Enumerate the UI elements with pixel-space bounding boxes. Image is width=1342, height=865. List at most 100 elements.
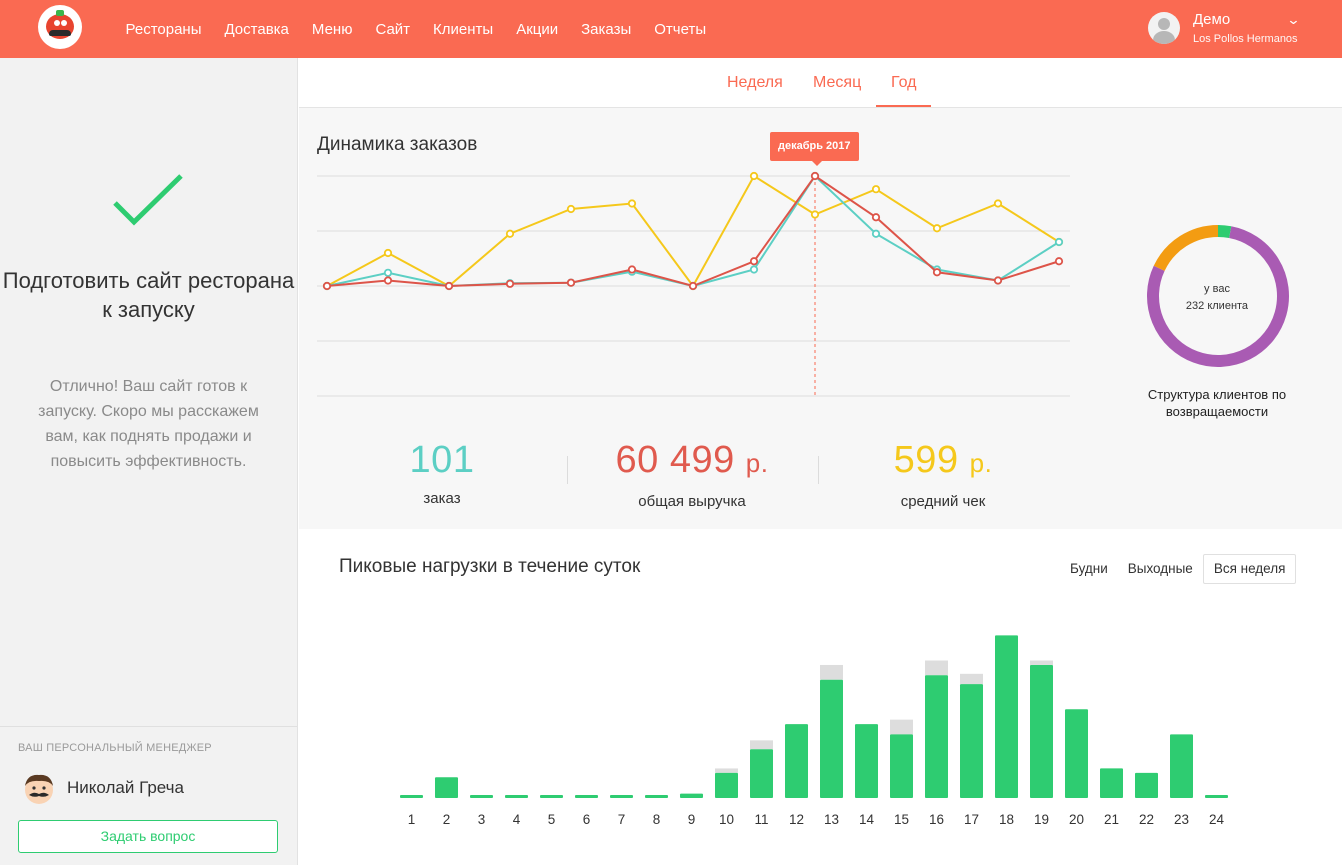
bar-gray: [925, 660, 948, 676]
data-point: [932, 268, 942, 277]
stat-orders-value: 101: [409, 439, 475, 481]
tab-week[interactable]: Неделя: [727, 74, 783, 92]
data-point: [1054, 257, 1064, 266]
bar-label: 16: [929, 812, 944, 827]
bar-label: 15: [894, 812, 909, 827]
filter-weekdays[interactable]: Будни: [1060, 554, 1118, 584]
user-org: Los Pollos Hermanos: [1193, 33, 1298, 45]
bar: [400, 795, 423, 798]
tab-year[interactable]: Год: [875, 74, 933, 107]
data-point: [871, 229, 881, 238]
bar-label: 11: [754, 812, 768, 827]
peaks-chart-title: Пиковые нагрузки в течение суток: [339, 556, 641, 577]
data-point: [993, 276, 1003, 285]
bar: [610, 795, 633, 798]
data-point: [871, 185, 881, 194]
bar: [1100, 768, 1123, 798]
manager-avatar: [25, 774, 53, 804]
bar-label: 23: [1174, 812, 1189, 827]
checkmark-icon: [113, 174, 183, 226]
revenue-currency: р.: [745, 448, 769, 478]
bar-label: 14: [859, 812, 875, 827]
filter-weekends[interactable]: Выходные: [1118, 554, 1203, 584]
bar: [890, 734, 913, 798]
onboarding-text: Отлично! Ваш сайт готов к запуску. Скоро…: [38, 378, 259, 470]
data-point: [566, 278, 576, 287]
period-tabs: Неделя Месяц Год: [299, 58, 1342, 108]
user-menu[interactable]: Демо Los Pollos Hermanos ⌄: [1148, 11, 1328, 48]
data-point: [322, 281, 332, 291]
bar-label: 1: [408, 812, 416, 827]
data-point: [749, 257, 759, 266]
bar: [820, 679, 843, 798]
bar: [575, 795, 598, 798]
tab-month[interactable]: Месяц: [813, 74, 861, 92]
stat-check-label: средний чек: [900, 493, 986, 510]
bar-gray: [820, 664, 843, 680]
stat-revenue-value: 60 499 р.: [567, 438, 817, 485]
manager-caption: ВАШ ПЕРСОНАЛЬНЫЙ МЕНЕДЖЕР: [18, 742, 212, 754]
bar-label: 24: [1209, 812, 1225, 827]
nav-item-reports[interactable]: Отчеты: [654, 21, 706, 38]
bar: [435, 777, 458, 798]
donut-caption: Структура клиентов по возвращаемости: [1147, 387, 1287, 419]
nav-item-restaurants[interactable]: Рестораны: [126, 21, 202, 38]
donut-segment: [1217, 225, 1232, 239]
bar-label: 18: [999, 812, 1014, 827]
nav-item-orders[interactable]: Заказы: [581, 21, 631, 38]
orders-panel: Динамика заказов декабрь 2017 у вас 232 …: [299, 108, 1342, 529]
bar-label: 7: [618, 812, 626, 827]
data-point: [932, 224, 942, 233]
bar-gray: [715, 768, 738, 773]
data-point: [505, 229, 515, 238]
bar-label: 13: [824, 812, 839, 827]
data-point: [383, 268, 393, 277]
bar: [925, 675, 948, 798]
avatar: [1148, 12, 1180, 44]
nav-item-delivery[interactable]: Доставка: [224, 21, 288, 38]
data-point: [627, 199, 637, 208]
logo-icon[interactable]: [38, 5, 82, 49]
nav-item-site[interactable]: Сайт: [375, 21, 410, 38]
ask-question-button[interactable]: Задать вопрос: [18, 820, 278, 853]
bar: [1030, 664, 1053, 798]
data-point: [810, 171, 820, 181]
nav-item-promotions[interactable]: Акции: [516, 21, 558, 38]
donut-label-line1: у вас: [1204, 283, 1230, 295]
data-point: [810, 210, 820, 219]
bar: [1135, 772, 1158, 798]
data-point: [444, 281, 454, 291]
peaks-bar-chart: 1 2 3 4 5 6 7 8 9 10 11 12 13 14 15 16 17 18 19 20 21 22 23 24: [400, 635, 1228, 827]
bar: [505, 795, 528, 798]
stat-average-check: 599 р. средний чек: [818, 438, 1068, 510]
day-filter: Будни Выходные Вся неделя: [1060, 554, 1297, 584]
stat-revenue: 60 499 р. общая выручка: [567, 438, 817, 510]
bar: [855, 724, 878, 798]
data-point: [1054, 237, 1064, 247]
data-point: [749, 265, 759, 274]
bar-label: 12: [789, 812, 804, 827]
bar-gray: [890, 719, 913, 735]
user-name: Демо: [1193, 11, 1231, 28]
bar-label: 17: [964, 812, 979, 827]
stat-orders-label: заказ: [423, 490, 461, 507]
main-nav: Рестораны Доставка Меню Сайт Клиенты Акц…: [114, 0, 718, 58]
bar: [1065, 709, 1088, 798]
bar-label: 20: [1069, 812, 1084, 827]
onboarding-title: Подготовить сайт ресторана к запуску: [2, 268, 295, 322]
data-point: [383, 248, 393, 258]
nav-item-menu[interactable]: Меню: [312, 21, 353, 38]
filter-all-week[interactable]: Вся неделя: [1202, 554, 1297, 584]
chart-tooltip: декабрь 2017: [770, 132, 859, 166]
divider: [0, 726, 297, 727]
bar-label: 4: [513, 812, 521, 827]
bar: [680, 793, 703, 798]
bar: [645, 795, 668, 798]
orders-line-chart: [317, 171, 1070, 397]
nav-item-clients[interactable]: Клиенты: [433, 21, 493, 38]
manager-name: Николай Греча: [67, 778, 184, 797]
data-point: [627, 265, 637, 274]
bar-gray: [960, 673, 983, 685]
bar-label: 22: [1139, 812, 1154, 827]
chevron-down-icon[interactable]: ⌄: [1286, 12, 1300, 28]
